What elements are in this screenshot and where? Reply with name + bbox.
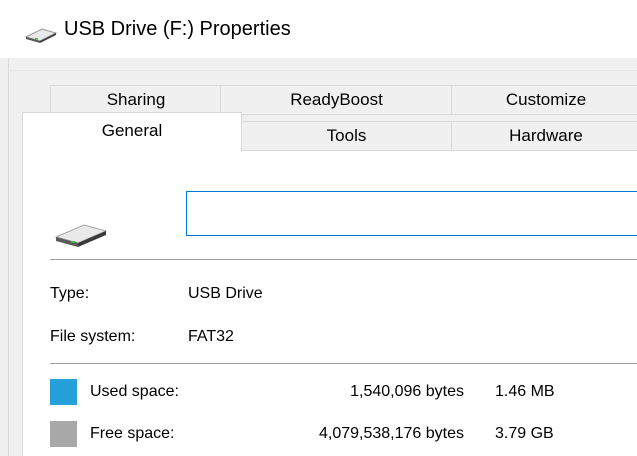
tab-general[interactable]: General (22, 112, 242, 152)
usb-drive-icon (54, 224, 108, 247)
separator (50, 259, 637, 261)
tab-readyboost[interactable]: ReadyBoost (220, 85, 453, 115)
usb-drive-icon (24, 28, 58, 43)
free-space-label: Free space: (90, 425, 175, 442)
file-system-label: File system: (50, 328, 136, 345)
volume-label-input[interactable] (186, 191, 637, 236)
dialog-frame-top (8, 70, 637, 71)
used-space-bytes: 1,540,096 bytes (350, 383, 464, 400)
tab-tools[interactable]: Tools (240, 121, 453, 151)
file-system-value: FAT32 (188, 328, 234, 345)
type-label: Type: (50, 285, 90, 302)
used-space-size: 1.46 MB (495, 383, 555, 400)
tab-customize[interactable]: Customize (451, 85, 637, 115)
free-space-size: 3.79 GB (495, 425, 554, 442)
type-value: USB Drive (188, 285, 263, 302)
free-space-swatch (50, 421, 77, 447)
title-bar: USB Drive (F:) Properties (0, 0, 637, 58)
separator (50, 363, 637, 365)
free-space-bytes: 4,079,538,176 bytes (318, 425, 464, 442)
window-title: USB Drive (F:) Properties (64, 18, 291, 40)
used-space-swatch (50, 379, 77, 405)
dialog-frame (8, 58, 9, 456)
used-space-label: Used space: (90, 383, 179, 400)
tab-sharing[interactable]: Sharing (50, 85, 222, 115)
tab-hardware[interactable]: Hardware (451, 121, 637, 151)
